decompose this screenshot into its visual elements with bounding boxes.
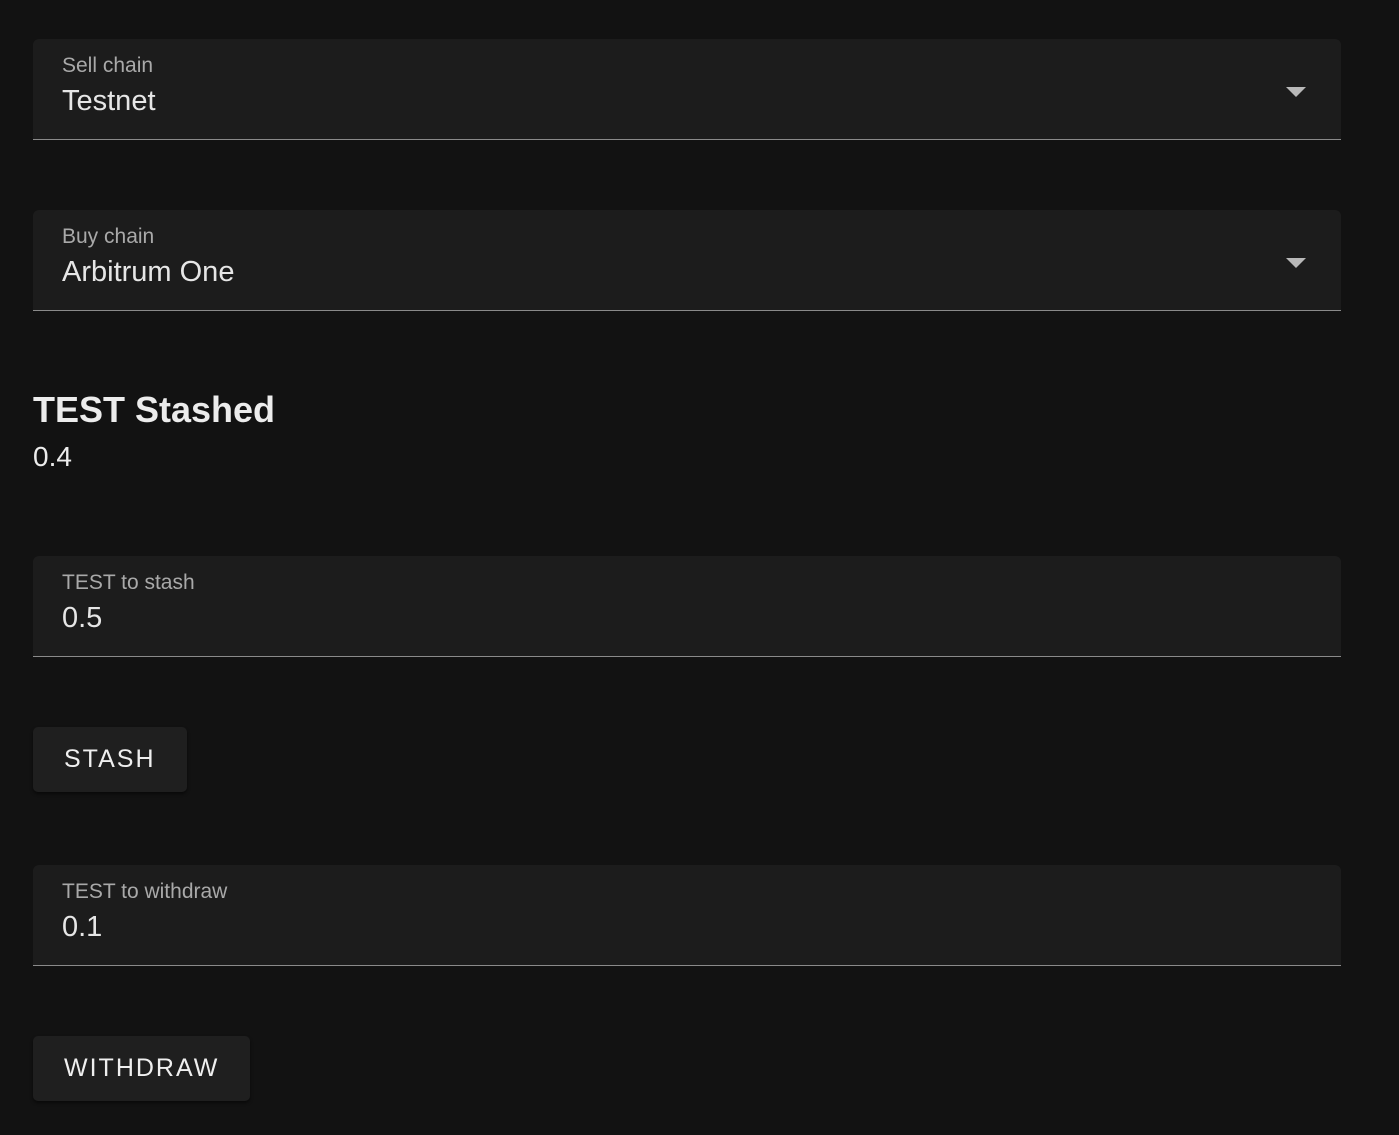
stashed-value: 0.4	[33, 441, 72, 472]
withdraw-amount-input[interactable]: TEST to withdraw 0.1	[33, 865, 1341, 966]
withdraw-amount-label: TEST to withdraw	[62, 880, 228, 903]
sell-chain-select[interactable]: Sell chain Testnet	[33, 39, 1341, 140]
sell-chain-label: Sell chain	[62, 54, 154, 77]
chevron-down-icon[interactable]	[1286, 258, 1306, 268]
buy-chain-value: Arbitrum One	[62, 256, 235, 288]
stash-button[interactable]: STASH	[33, 727, 187, 792]
chevron-down-icon[interactable]	[1286, 87, 1306, 97]
sell-chain-value: Testnet	[62, 85, 156, 117]
stash-amount-input[interactable]: TEST to stash 0.5	[33, 556, 1341, 657]
stash-amount-label: TEST to stash	[62, 571, 195, 594]
buy-chain-label: Buy chain	[62, 225, 155, 248]
withdraw-button[interactable]: WITHDRAW	[33, 1036, 251, 1101]
withdraw-amount-value[interactable]: 0.1	[62, 911, 102, 944]
buy-chain-select[interactable]: Buy chain Arbitrum One	[33, 210, 1341, 311]
stashed-title: TEST Stashed	[33, 389, 276, 430]
page: Sell chain Testnet Buy chain Arbitrum On…	[0, 0, 1399, 1135]
stash-amount-value[interactable]: 0.5	[62, 602, 102, 635]
